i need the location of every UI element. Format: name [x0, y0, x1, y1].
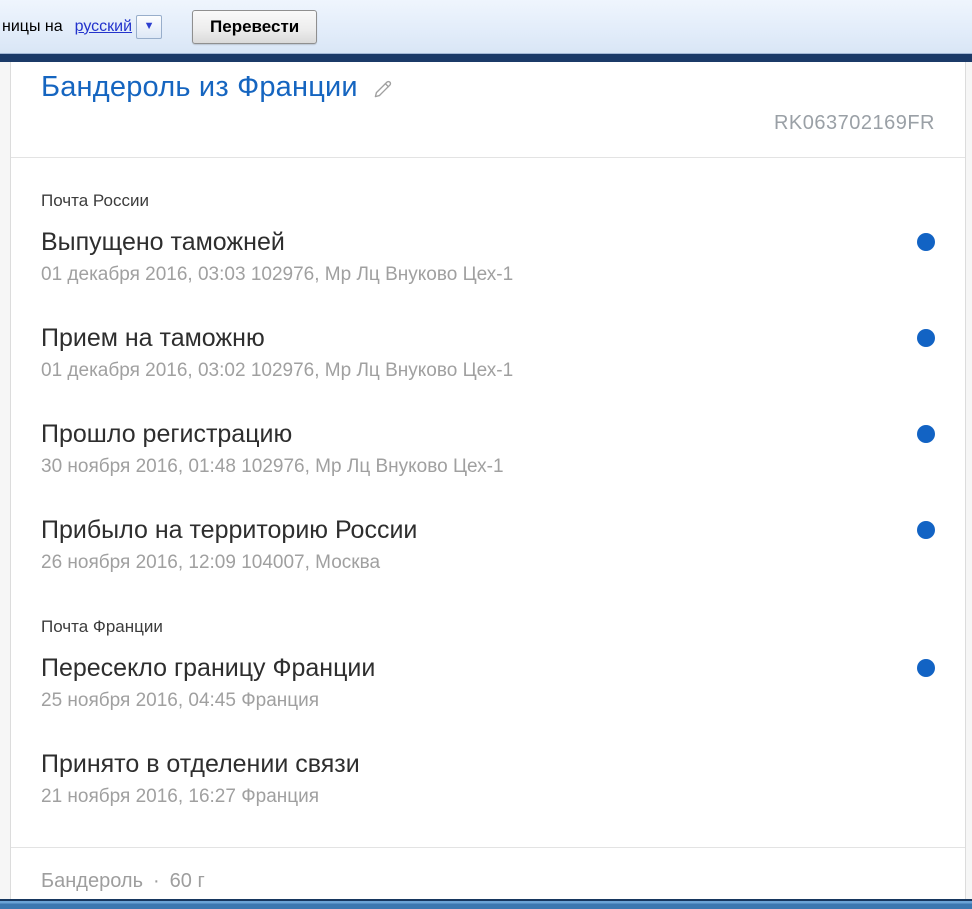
- tracking-panel: Бандероль из Франции RK063702169FR Почта…: [10, 62, 966, 899]
- event-details: 01 декабря 2016, 03:03 102976, Мр Лц Вну…: [41, 264, 935, 285]
- translate-button[interactable]: Перевести: [192, 10, 317, 44]
- status-dot-icon: [917, 659, 935, 677]
- event-details: 25 ноября 2016, 04:45 Франция: [41, 690, 935, 711]
- event-details: 01 декабря 2016, 03:02 102976, Мр Лц Вну…: [41, 360, 935, 381]
- event-title: Пересекло границу Франции: [41, 653, 935, 683]
- tracking-timeline: Почта России Выпущено таможней 01 декабр…: [11, 158, 965, 847]
- event-details: 26 ноября 2016, 12:09 104007, Москва: [41, 552, 935, 573]
- chevron-down-icon: ▼: [144, 21, 155, 32]
- tracking-event: Принято в отделении связи 21 ноября 2016…: [41, 749, 935, 807]
- tracking-header: Бандероль из Франции RK063702169FR: [11, 62, 965, 158]
- language-link[interactable]: русский: [75, 18, 132, 36]
- tracking-number: RK063702169FR: [41, 112, 935, 134]
- carrier-label-france: Почта Франции: [41, 617, 935, 637]
- package-type: Бандероль: [41, 870, 143, 892]
- status-dot-icon: [917, 233, 935, 251]
- bottom-blue-bar: [0, 899, 972, 909]
- separator-dot: ·: [153, 870, 160, 892]
- tracking-event: Прибыло на территорию России 26 ноября 2…: [41, 515, 935, 573]
- title-row: Бандероль из Франции: [41, 67, 935, 107]
- event-title: Выпущено таможней: [41, 227, 935, 257]
- event-details: 21 ноября 2016, 16:27 Франция: [41, 786, 935, 807]
- page-header-strip: [0, 54, 972, 62]
- package-summary: Бандероль · 60 г: [11, 847, 965, 892]
- status-dot-icon: [917, 329, 935, 347]
- event-title: Прошло регистрацию: [41, 419, 935, 449]
- language-dropdown-button[interactable]: ▼: [136, 15, 162, 39]
- translate-prompt-text: ницы на: [2, 18, 63, 36]
- carrier-label-russia: Почта России: [41, 191, 935, 211]
- event-details: 30 ноября 2016, 01:48 102976, Мр Лц Внук…: [41, 456, 935, 477]
- package-weight: 60 г: [170, 870, 205, 892]
- tracking-event: Прошло регистрацию 30 ноября 2016, 01:48…: [41, 419, 935, 477]
- tracking-event: Выпущено таможней 01 декабря 2016, 03:03…: [41, 227, 935, 285]
- status-dot-icon: [917, 521, 935, 539]
- page-title: Бандероль из Франции: [41, 67, 358, 107]
- tracking-event: Пересекло границу Франции 25 ноября 2016…: [41, 653, 935, 711]
- edit-pencil-icon[interactable]: [372, 78, 394, 100]
- status-dot-icon: [917, 425, 935, 443]
- event-title: Прием на таможню: [41, 323, 935, 353]
- tracking-event: Прием на таможню 01 декабря 2016, 03:02 …: [41, 323, 935, 381]
- translate-bar: ницы на русский ▼ Перевести: [0, 0, 972, 54]
- event-title: Прибыло на территорию России: [41, 515, 935, 545]
- event-title: Принято в отделении связи: [41, 749, 935, 779]
